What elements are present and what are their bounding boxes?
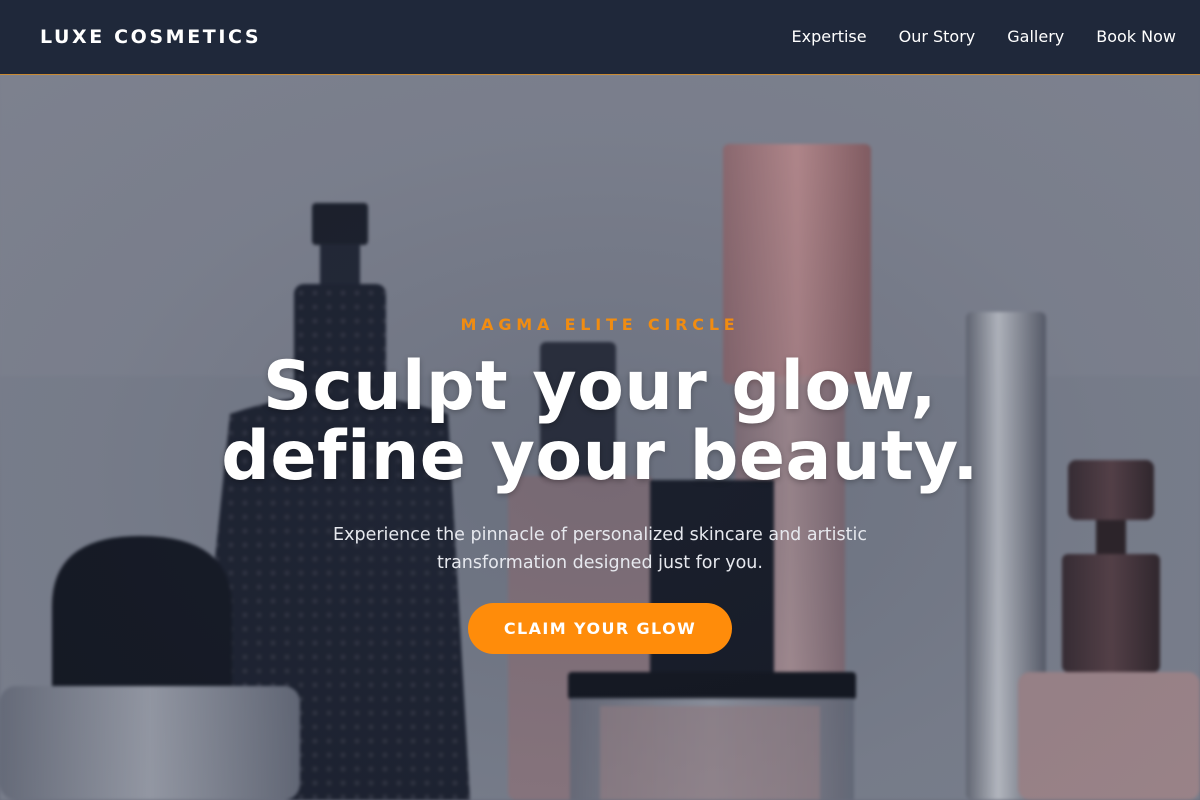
nav-link-gallery[interactable]: Gallery bbox=[1007, 27, 1064, 46]
nav-links: Expertise Our Story Gallery Book Now bbox=[792, 27, 1176, 46]
hero-subtext-line1: Experience the pinnacle of personalized … bbox=[333, 525, 867, 545]
hero-content: MAGMA ELITE CIRCLE Sculpt your glow, def… bbox=[0, 76, 1200, 800]
hero-subtext: Experience the pinnacle of personalized … bbox=[300, 521, 900, 577]
brand-logo[interactable]: LUXE COSMETICS bbox=[40, 26, 261, 48]
hero-subtext-line2: transformation designed just for you. bbox=[437, 553, 763, 573]
nav-link-expertise[interactable]: Expertise bbox=[792, 27, 867, 46]
hero-eyebrow: MAGMA ELITE CIRCLE bbox=[460, 315, 740, 334]
navbar: LUXE COSMETICS Expertise Our Story Galle… bbox=[0, 0, 1200, 75]
nav-link-book-now[interactable]: Book Now bbox=[1096, 27, 1176, 46]
claim-your-glow-button[interactable]: CLAIM YOUR GLOW bbox=[468, 603, 732, 654]
hero-headline-line1: Sculpt your glow, bbox=[262, 347, 938, 426]
hero-headline-line2: define your beauty. bbox=[221, 417, 979, 496]
nav-link-our-story[interactable]: Our Story bbox=[899, 27, 976, 46]
hero-section: MAGMA ELITE CIRCLE Sculpt your glow, def… bbox=[0, 76, 1200, 800]
hero-headline: Sculpt your glow, define your beauty. bbox=[0, 352, 1200, 492]
